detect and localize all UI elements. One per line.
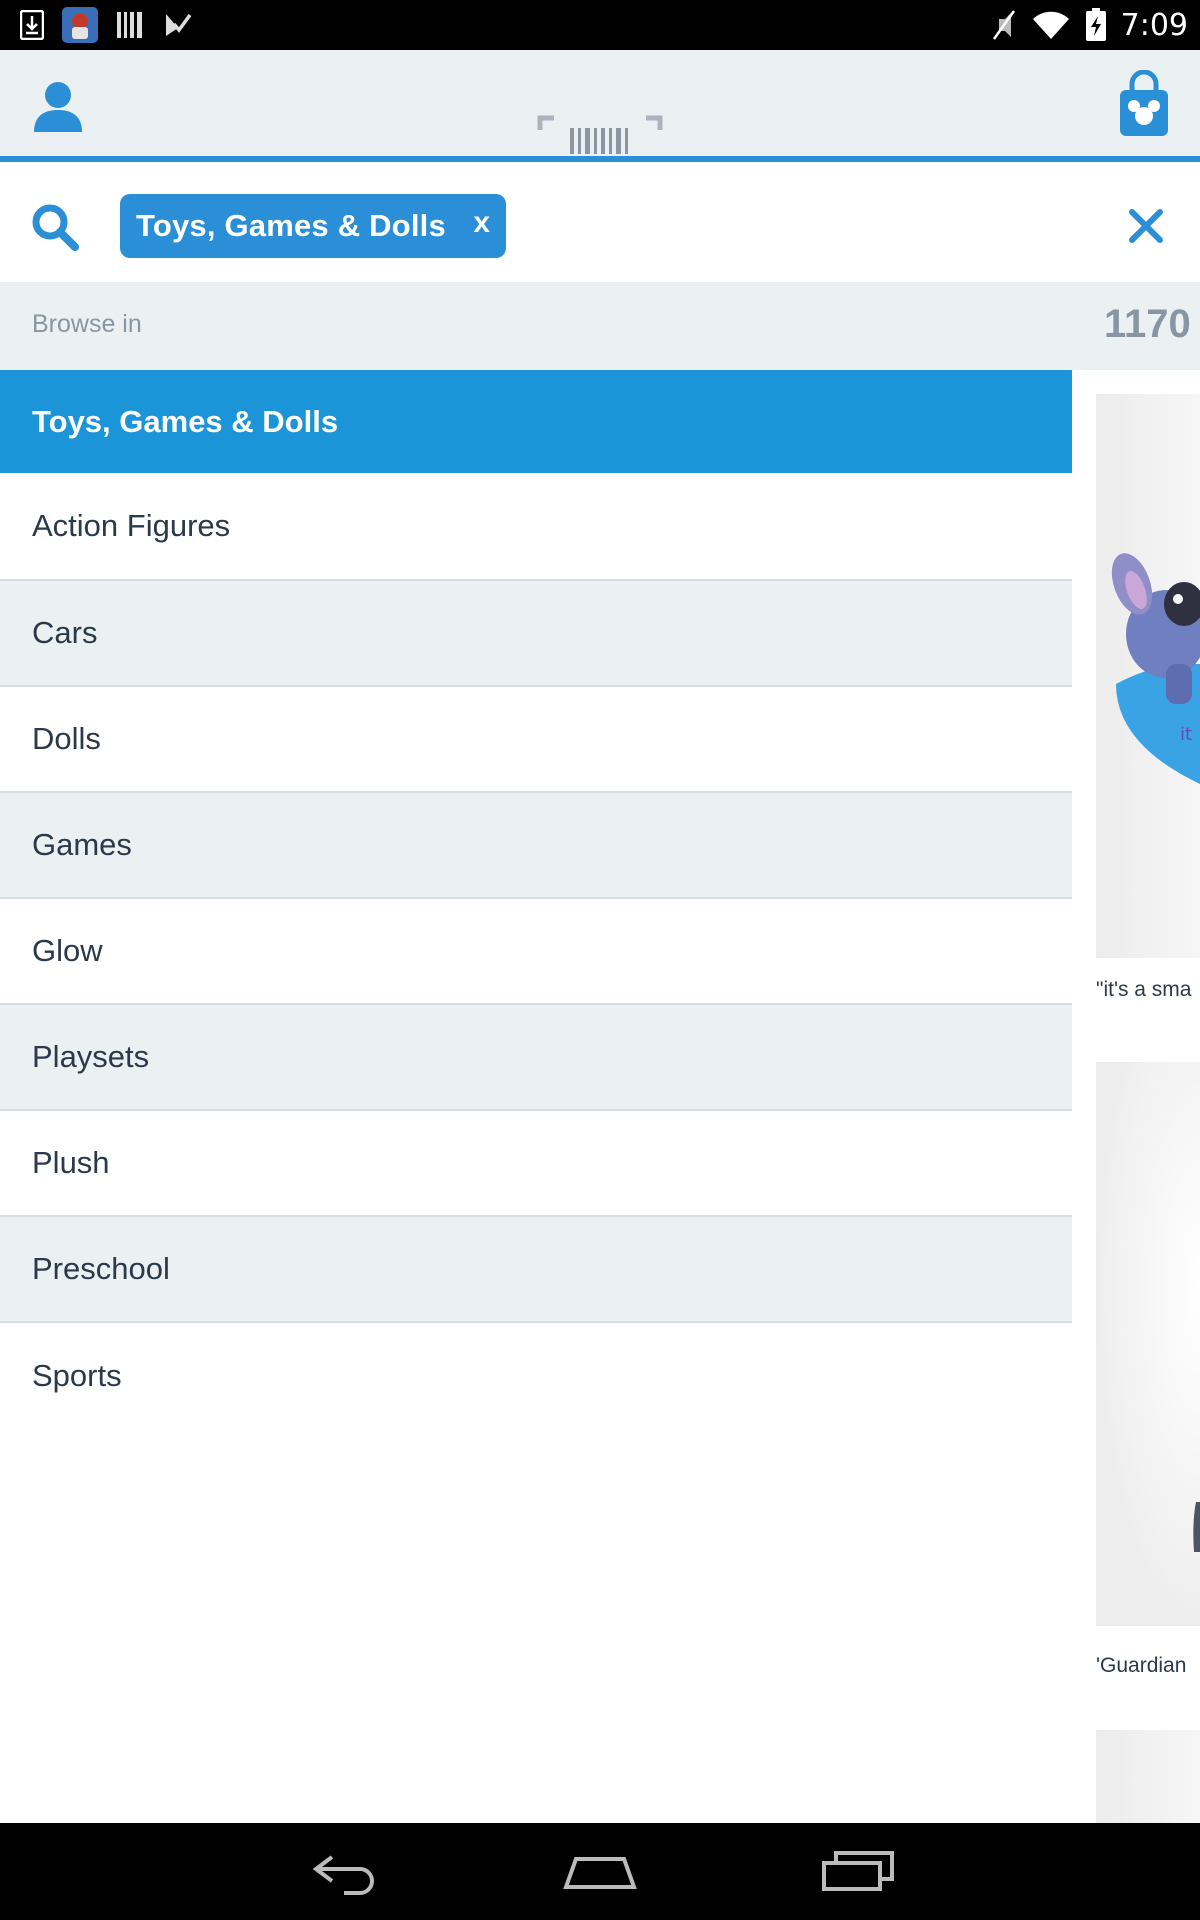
- download-icon: [20, 10, 44, 40]
- back-icon[interactable]: [304, 1845, 384, 1897]
- wifi-icon: [1032, 11, 1069, 39]
- mute-icon: [992, 10, 1015, 40]
- category-item-cars[interactable]: Cars: [0, 581, 1072, 687]
- stitch-toy-image: it: [1111, 553, 1200, 784]
- barcode-icon: [117, 12, 142, 38]
- shopping-bag-icon[interactable]: [1118, 70, 1170, 138]
- svg-text:it: it: [1180, 724, 1192, 745]
- category-item-games[interactable]: Games: [0, 793, 1072, 899]
- category-item-glow[interactable]: Glow: [0, 899, 1072, 1005]
- status-bar: 7:09: [0, 0, 1200, 50]
- product-title[interactable]: "it's a sma: [1096, 978, 1191, 1002]
- filter-chip-remove-button[interactable]: x: [473, 206, 490, 240]
- product-image[interactable]: [1096, 1062, 1200, 1626]
- user-icon[interactable]: [30, 78, 86, 134]
- barcode-scan-icon[interactable]: [536, 114, 664, 158]
- product-title[interactable]: 'Guardian: [1096, 1654, 1186, 1678]
- category-item-sports[interactable]: Sports: [0, 1323, 1072, 1429]
- search-icon[interactable]: [30, 202, 80, 252]
- category-item-action-figures[interactable]: Action Figures: [0, 473, 1072, 581]
- close-icon[interactable]: [1128, 208, 1164, 244]
- filter-chip-label: Toys, Games & Dolls: [136, 208, 446, 243]
- product-image[interactable]: [1096, 1730, 1200, 1823]
- app-header: [0, 50, 1200, 162]
- checkmark-icon: [166, 13, 192, 36]
- battery-charging-icon: [1085, 8, 1106, 41]
- app-notification-icon: [62, 7, 98, 43]
- system-nav-bar: [0, 1823, 1200, 1920]
- home-icon[interactable]: [560, 1845, 640, 1897]
- browse-header: Browse in 1170: [0, 282, 1200, 370]
- product-image[interactable]: it: [1096, 394, 1200, 958]
- search-bar: Toys, Games & Dolls x: [0, 168, 1200, 282]
- guardians-toy-image: [1193, 1502, 1200, 1552]
- result-count: 1170: [1104, 302, 1191, 346]
- recent-apps-icon[interactable]: [818, 1845, 898, 1897]
- category-item-dolls[interactable]: Dolls: [0, 687, 1072, 793]
- clock: 7:09: [1120, 7, 1188, 43]
- category-list: Toys, Games & Dolls Action Figures Cars …: [0, 370, 1072, 1429]
- category-item-plush[interactable]: Plush: [0, 1111, 1072, 1217]
- filter-chip[interactable]: Toys, Games & Dolls x: [120, 194, 506, 258]
- category-item-toys-games-dolls[interactable]: Toys, Games & Dolls: [0, 370, 1072, 473]
- category-item-preschool[interactable]: Preschool: [0, 1217, 1072, 1323]
- browse-label: Browse in: [32, 310, 142, 338]
- category-item-playsets[interactable]: Playsets: [0, 1005, 1072, 1111]
- product-results: it "it's a sma 'Guardian: [1072, 370, 1200, 1823]
